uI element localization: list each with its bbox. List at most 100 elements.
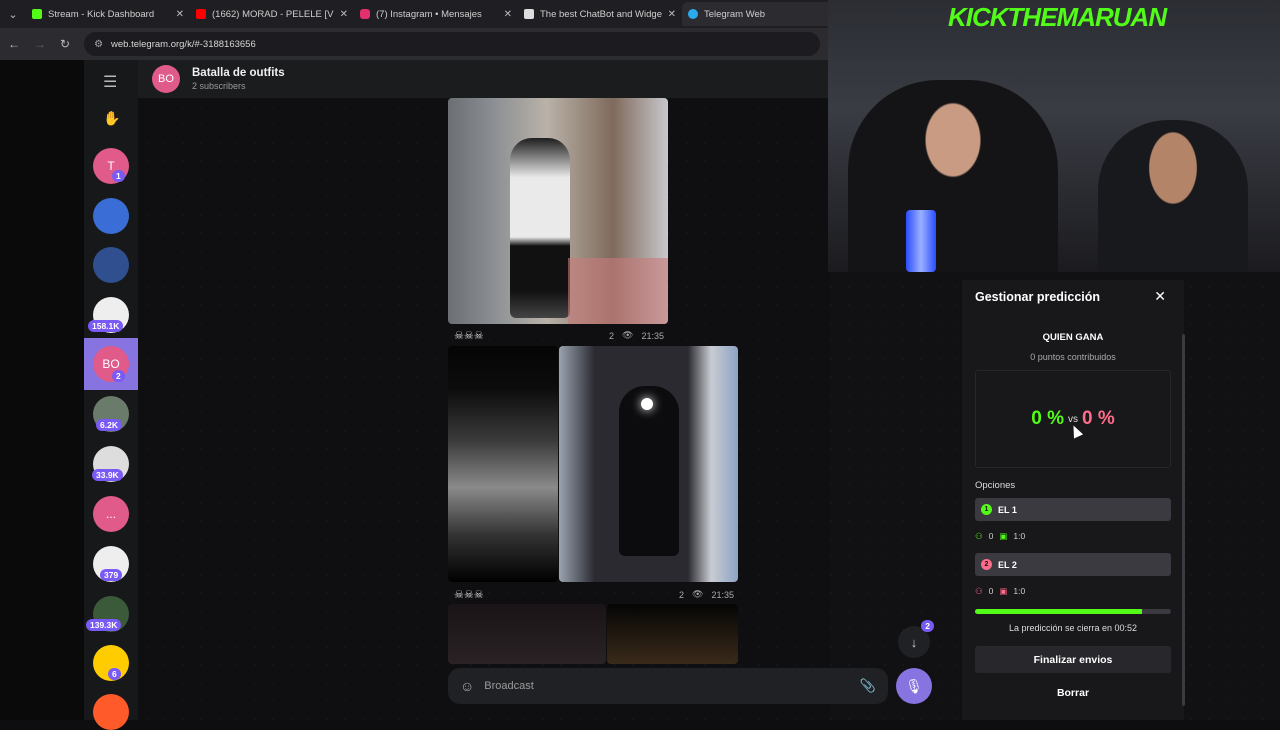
- prediction-panel-title: Gestionar predicción: [975, 290, 1101, 304]
- message-photo-3a[interactable]: [448, 604, 606, 664]
- hamburger-menu-icon[interactable]: ☰: [103, 72, 117, 92]
- message-photo-2a[interactable]: [448, 346, 558, 582]
- photo-person-figure: [510, 138, 570, 318]
- unread-badge: 158.1K: [88, 320, 124, 332]
- photo-phone-flash: [641, 398, 653, 410]
- message-photo-1[interactable]: [448, 98, 668, 324]
- kick-favicon-icon: [32, 9, 42, 19]
- finish-submissions-button[interactable]: Finalizar envios: [975, 646, 1171, 673]
- unread-badge: 33.9K: [92, 469, 123, 481]
- tab-kick-dashboard[interactable]: Stream - Kick Dashboard ✕: [26, 2, 190, 26]
- option-2-ratio: 1:0: [1013, 586, 1026, 596]
- unread-count-badge: 2: [921, 620, 934, 632]
- channel-subscribers: 2 subscribers: [192, 81, 246, 91]
- close-tab-icon[interactable]: ✕: [176, 9, 184, 20]
- unread-badge: 6.2K: [96, 419, 122, 431]
- percent-box: 0 % vs 0 %: [975, 370, 1171, 468]
- panel-scrollbar[interactable]: [1182, 334, 1185, 706]
- option-2-number: 2: [981, 559, 992, 570]
- broadcast-input[interactable]: Broadcast: [484, 680, 850, 692]
- telegram-favicon-icon: [688, 9, 698, 19]
- microphone-icon: 🎙: [905, 677, 923, 694]
- message-photo-2b[interactable]: [559, 346, 738, 582]
- chat-avatar-3[interactable]: [93, 247, 129, 283]
- arrow-down-icon: ↓: [910, 634, 918, 650]
- option-2-label: EL 2: [998, 559, 1017, 570]
- views-count: 2: [609, 330, 615, 341]
- instagram-favicon-icon: [360, 9, 370, 19]
- tab-telegram-web[interactable]: Telegram Web: [682, 2, 846, 26]
- emoji-icon[interactable]: ☺: [460, 678, 474, 694]
- forward-arrow-icon[interactable]: →: [34, 37, 46, 51]
- chat-avatar-12[interactable]: [93, 694, 129, 730]
- photo-hooded-figure: [619, 386, 679, 556]
- attach-icon[interactable]: 📎: [860, 678, 876, 694]
- timer-progress-fill: [975, 609, 1142, 614]
- url-field[interactable]: ⚙ web.telegram.org/k/#-3188163656: [84, 32, 820, 56]
- webcam-person-left: [848, 80, 1058, 272]
- webcam-overlay: KICKTHEMARUAN: [828, 0, 1280, 272]
- close-tab-icon[interactable]: ✕: [340, 9, 348, 20]
- tab-youtube[interactable]: (1662) MORAD - PELELE [VIDEO ✕: [190, 2, 354, 26]
- eye-icon: 👁: [622, 330, 634, 340]
- views-count: 2: [679, 589, 685, 600]
- unread-badge: 6: [108, 668, 121, 680]
- site-info-icon[interactable]: ⚙: [94, 39, 103, 50]
- chat-avatar-8[interactable]: ...: [93, 496, 129, 532]
- option-1-percent: 0 %: [1031, 408, 1064, 429]
- option-1-ratio: 1:0: [1013, 531, 1026, 541]
- prediction-question: QUIEN GANA: [1042, 332, 1104, 343]
- option-2-stats: ⚇ 0 ▣ 1:0: [975, 586, 1025, 597]
- timer-progress-bar: [975, 609, 1171, 614]
- message-photo-3b[interactable]: [607, 604, 738, 664]
- message-meta-2: ☠☠☠ 2 👁 21:35: [454, 588, 734, 601]
- option-2-users: 0: [988, 586, 994, 596]
- back-arrow-icon[interactable]: ←: [8, 37, 20, 51]
- tab-chatbot[interactable]: The best ChatBot and Widgets f ✕: [518, 2, 682, 26]
- ratio-icon: ▣: [999, 586, 1008, 596]
- unread-badge: 379: [100, 569, 123, 581]
- tab-search-chevron-icon[interactable]: ⌄: [0, 0, 26, 28]
- reload-icon[interactable]: ↻: [60, 37, 70, 51]
- channel-title: Batalla de outfits: [192, 67, 285, 79]
- message-time: 21:35: [641, 330, 664, 341]
- option-2-percent: 0 %: [1082, 408, 1115, 429]
- chat-list-sidebar: ☰ ✋ T 1 158.1K BO 2 6.2K 33.9K ... 379 1…: [84, 60, 138, 730]
- option-1-number: 1: [981, 504, 992, 515]
- left-empty-area: [0, 60, 84, 720]
- microphone-button[interactable]: 🎙: [896, 668, 932, 704]
- hand-wave-icon[interactable]: ✋: [103, 110, 120, 127]
- youtube-favicon-icon: [196, 9, 206, 19]
- ratio-icon: ▣: [999, 531, 1008, 541]
- message-meta-1: ☠☠☠ 2 👁 21:35: [454, 329, 664, 342]
- users-icon: ⚇: [975, 531, 983, 541]
- option-1-label: EL 1: [998, 504, 1017, 515]
- photo-sidewalk: [568, 258, 668, 324]
- message-composer[interactable]: ☺ Broadcast 📎: [448, 668, 888, 704]
- chat-avatar-2[interactable]: [93, 198, 129, 234]
- close-tab-icon[interactable]: ✕: [504, 9, 512, 20]
- close-tab-icon[interactable]: ✕: [668, 9, 676, 20]
- eye-icon: 👁: [692, 589, 704, 599]
- chat-header[interactable]: BO Batalla de outfits 2 subscribers: [138, 60, 830, 98]
- message-time: 21:35: [711, 589, 734, 600]
- channel-banner: KICKTHEMARUAN: [948, 2, 1167, 32]
- webcam-lamp: [906, 210, 936, 272]
- webcam-person-right: [1098, 120, 1248, 272]
- channel-avatar: BO: [152, 65, 180, 93]
- close-icon[interactable]: ✕: [1154, 288, 1166, 305]
- option-1-stats: ⚇ 0 ▣ 1:0: [975, 531, 1025, 542]
- unread-badge: 1: [112, 170, 125, 182]
- prediction-panel: Gestionar predicción ✕ QUIEN GANA 0 punt…: [962, 280, 1184, 720]
- option-1-users: 0: [988, 531, 994, 541]
- option-2[interactable]: 2 EL 2: [975, 553, 1171, 576]
- chatbot-favicon-icon: [524, 9, 534, 19]
- tab-instagram[interactable]: (7) Instagram • Mensajes ✕: [354, 2, 518, 26]
- closes-countdown: La predicción se cierra en 00:52: [1008, 623, 1138, 633]
- address-toolbar: ← → ↻ ⚙ web.telegram.org/k/#-3188163656: [0, 28, 830, 60]
- scroll-to-bottom-button[interactable]: ↓ 2: [898, 620, 934, 658]
- option-1[interactable]: 1 EL 1: [975, 498, 1171, 521]
- message-caption: ☠☠☠: [454, 589, 484, 601]
- delete-button[interactable]: Borrar: [975, 680, 1171, 706]
- users-icon: ⚇: [975, 586, 983, 596]
